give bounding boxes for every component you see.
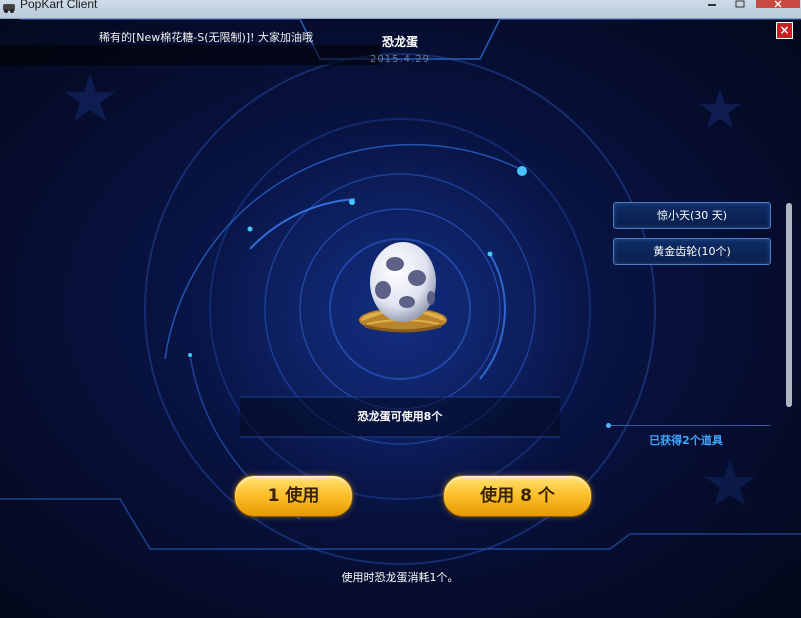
popup-title: 恐龙蛋 xyxy=(381,35,418,49)
dinosaur-egg-icon xyxy=(359,242,447,333)
popup-close-button[interactable]: × xyxy=(776,22,793,39)
window-close-icon[interactable] xyxy=(756,0,800,8)
use-one-button[interactable]: 1 使用 xyxy=(234,475,353,517)
popup-date: 2015.4.29 xyxy=(370,54,430,65)
divider-dot xyxy=(606,423,611,428)
window-title: PopKart Client xyxy=(20,0,98,11)
window-titlebar: PopKart Client xyxy=(0,0,801,19)
divider xyxy=(606,425,770,426)
obtained-count-text: 已获得2个道具 xyxy=(649,434,723,447)
footer-note: 使用时恐龙蛋消耗1个。 xyxy=(341,571,459,584)
use-all-button[interactable]: 使用 8 个 xyxy=(443,475,592,517)
usable-count-text: 恐龙蛋可使用8个 xyxy=(357,410,443,423)
ticker-text: 稀有的[New棉花糖-S(无限制)]! 大家加油哦 xyxy=(99,31,314,44)
reward-list-scroll-thumb[interactable] xyxy=(786,203,792,407)
app-icon xyxy=(3,4,15,13)
reward-item-2[interactable]: 黄金齿轮(10个) xyxy=(613,238,771,265)
minimize-icon[interactable] xyxy=(700,0,724,8)
reward-item-1[interactable]: 惊小天(30 天) xyxy=(613,202,771,229)
ticker-bar xyxy=(0,45,380,65)
maximize-icon[interactable] xyxy=(728,0,752,8)
